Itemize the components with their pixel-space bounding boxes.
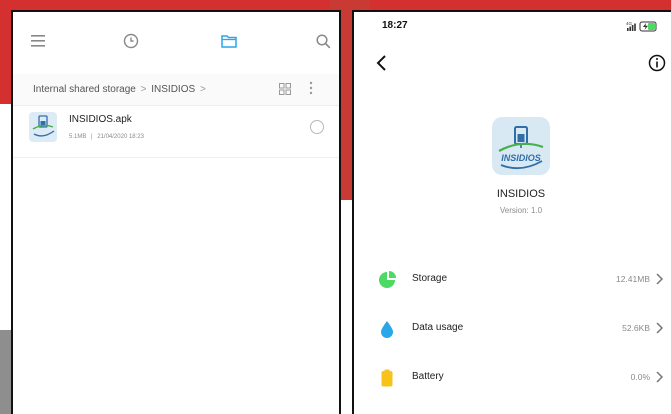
- app-name: INSIDIOS: [496, 188, 546, 200]
- grid-view-icon[interactable]: [279, 82, 291, 100]
- breadcrumb-chevron-icon: >: [199, 84, 206, 95]
- menu-icon[interactable]: [27, 30, 49, 52]
- data-usage-value: 52.6KB: [622, 323, 650, 333]
- breadcrumb: Internal shared storage > INSIDIOS >: [13, 74, 339, 106]
- select-checkbox[interactable]: [310, 120, 324, 134]
- file-manager-toolbar: [13, 12, 339, 74]
- data-usage-label: Data usage: [412, 322, 464, 333]
- meta-separator: |: [91, 134, 93, 140]
- droplet-icon: [378, 320, 396, 338]
- status-time: 18:27: [382, 20, 408, 31]
- more-options-icon[interactable]: [309, 81, 313, 100]
- storage-label: Storage: [412, 273, 448, 284]
- file-size: 5.1MB: [69, 134, 87, 140]
- storage-row[interactable]: Storage 12.41MB: [354, 259, 671, 299]
- battery-label: Battery: [412, 371, 444, 382]
- network-type-label: 4G: [626, 21, 633, 26]
- search-icon[interactable]: [312, 30, 334, 52]
- file-meta: 5.1MB | 21/04/2020 18:23: [69, 134, 144, 140]
- chevron-right-icon: [654, 321, 664, 335]
- apk-file-icon: [29, 112, 57, 142]
- info-icon[interactable]: [648, 54, 666, 72]
- app-icon: INSIDIOS: [492, 117, 550, 175]
- chevron-right-icon: [654, 272, 664, 286]
- status-bar-icons: 4G: [626, 19, 668, 37]
- app-icon-logo-text: INSIDIOS: [501, 153, 541, 163]
- chevron-right-icon: [654, 370, 664, 384]
- battery-value: 0.0%: [630, 372, 650, 382]
- battery-row[interactable]: Battery 0.0%: [354, 357, 671, 397]
- breadcrumb-item-insidios[interactable]: INSIDIOS: [151, 84, 195, 95]
- clock-icon[interactable]: [120, 30, 142, 52]
- list-item[interactable]: INSIDIOS.apk 5.1MB | 21/04/2020 18:23: [13, 108, 339, 158]
- breadcrumb-item-internal-storage[interactable]: Internal shared storage: [33, 84, 136, 95]
- storage-value: 12.41MB: [615, 274, 650, 284]
- battery-icon: [378, 369, 396, 387]
- file-date: 21/04/2020 18:23: [97, 134, 144, 140]
- file-manager-screen: Internal shared storage > INSIDIOS > INS…: [11, 10, 341, 414]
- pie-chart-icon: [378, 271, 396, 289]
- file-name: INSIDIOS.apk: [69, 114, 132, 125]
- app-version: Version: 1.0: [499, 206, 543, 215]
- back-icon[interactable]: [374, 54, 390, 72]
- folder-icon[interactable]: [218, 30, 240, 52]
- app-info-screen: 18:27 4G INSIDIOS INSIDIOS Version: 1.0 …: [352, 10, 671, 414]
- data-usage-row[interactable]: Data usage 52.6KB: [354, 308, 671, 348]
- breadcrumb-chevron-icon: >: [140, 84, 147, 95]
